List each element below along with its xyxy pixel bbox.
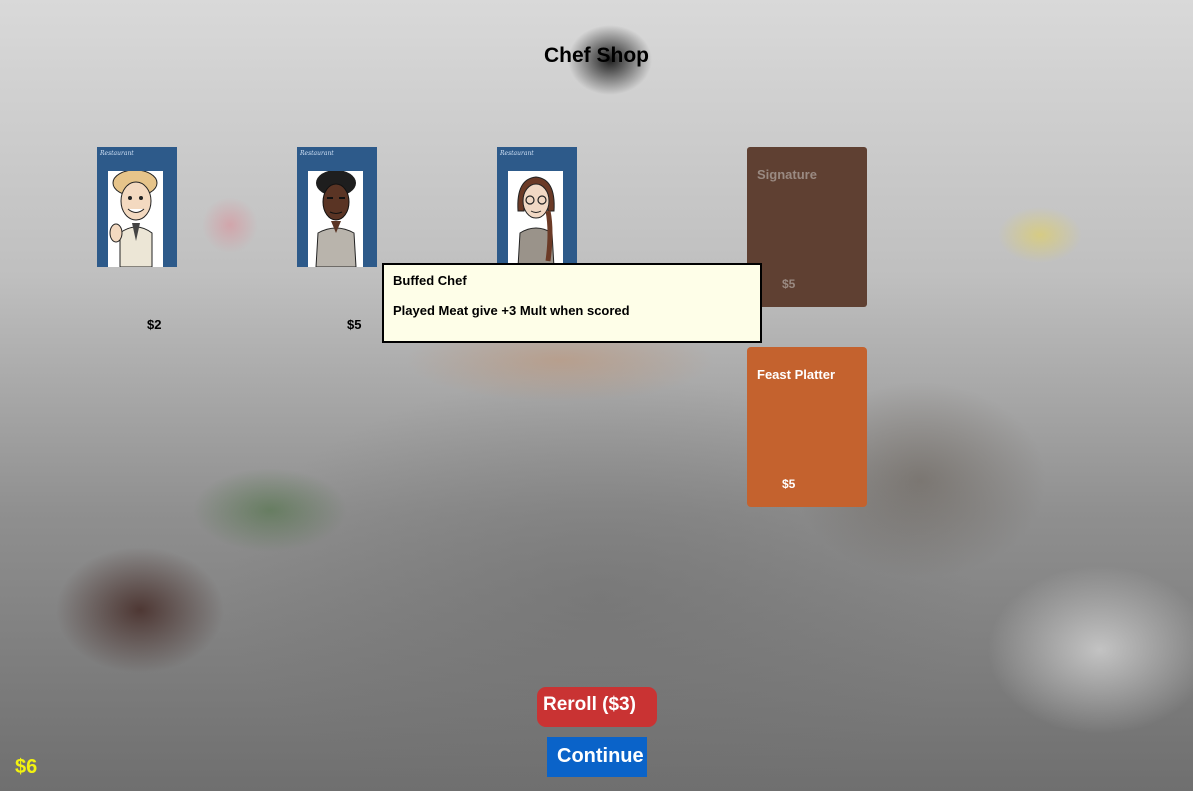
- chef-card-brand: Restaurant: [100, 150, 134, 157]
- tooltip-title: Buffed Chef: [393, 273, 467, 288]
- chef-card-3[interactable]: Restaurant: [497, 147, 577, 267]
- chef-card-brand: Restaurant: [300, 150, 334, 157]
- chef-card-1[interactable]: Restaurant: [97, 147, 177, 267]
- feast-platter-card[interactable]: Feast Platter $5: [747, 347, 867, 507]
- chef-portrait-glasses: [508, 171, 563, 267]
- chef-price-2: $5: [347, 317, 362, 332]
- money-counter: $6: [15, 756, 38, 778]
- chef-portrait-dark-hair: [308, 171, 363, 267]
- signature-card-name: Signature: [757, 167, 817, 182]
- signature-card-price: $5: [782, 277, 796, 291]
- tooltip-description: Played Meat give +3 Mult when scored: [393, 303, 630, 318]
- chef-tooltip: Buffed Chef Played Meat give +3 Mult whe…: [382, 263, 762, 343]
- chef-price-1: $2: [147, 317, 162, 332]
- continue-button[interactable]: Continue: [547, 737, 647, 777]
- signature-card[interactable]: Signature $5: [747, 147, 867, 307]
- chef-card-2[interactable]: Restaurant: [297, 147, 377, 267]
- chef-portrait-curly-hair: [108, 171, 163, 267]
- feast-platter-card-price: $5: [782, 477, 796, 491]
- reroll-button[interactable]: Reroll ($3): [537, 687, 657, 727]
- shop-title: Chef Shop: [544, 44, 649, 67]
- feast-platter-card-name: Feast Platter: [757, 367, 836, 382]
- chef-card-brand: Restaurant: [500, 150, 534, 157]
- kitchen-background: [0, 0, 1193, 791]
